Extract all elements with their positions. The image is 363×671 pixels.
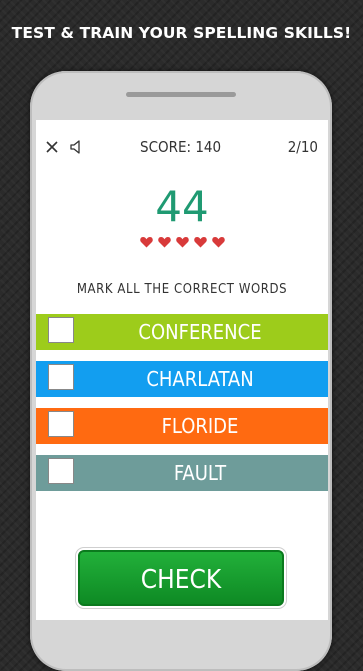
phone-speaker-grille xyxy=(126,92,236,97)
lives-hearts xyxy=(36,236,328,248)
word-label: CHARLATAN xyxy=(146,367,254,391)
word-row[interactable]: FAULT xyxy=(36,455,328,491)
word-row[interactable]: CHARLATAN xyxy=(36,361,328,397)
heart-icon xyxy=(211,237,225,248)
instruction-text: MARK ALL THE CORRECT WORDS xyxy=(76,282,288,297)
question-progress: 2/10 xyxy=(287,138,318,156)
game-screen: SCORE: 140 2/10 44 MARK ALL THE CORRECT … xyxy=(36,120,328,620)
close-icon[interactable] xyxy=(45,140,59,154)
heart-icon xyxy=(175,237,189,248)
game-topbar: SCORE: 140 2/10 xyxy=(36,136,328,158)
score-label: SCORE: 140 xyxy=(140,138,222,156)
word-row[interactable]: FLORIDE xyxy=(36,408,328,444)
check-button[interactable]: CHECK xyxy=(78,550,284,606)
speaker-icon[interactable] xyxy=(69,139,85,155)
word-label: FAULT xyxy=(173,461,227,485)
promo-headline: TEST & TRAIN YOUR SPELLING SKILLS! xyxy=(11,24,352,42)
word-label: CONFERENCE xyxy=(138,320,262,344)
countdown-timer: 44 xyxy=(155,182,209,231)
word-label: FLORIDE xyxy=(161,414,239,438)
word-row[interactable]: CONFERENCE xyxy=(36,314,328,350)
heart-icon xyxy=(157,237,171,248)
heart-icon xyxy=(193,237,207,248)
heart-icon xyxy=(139,237,153,248)
